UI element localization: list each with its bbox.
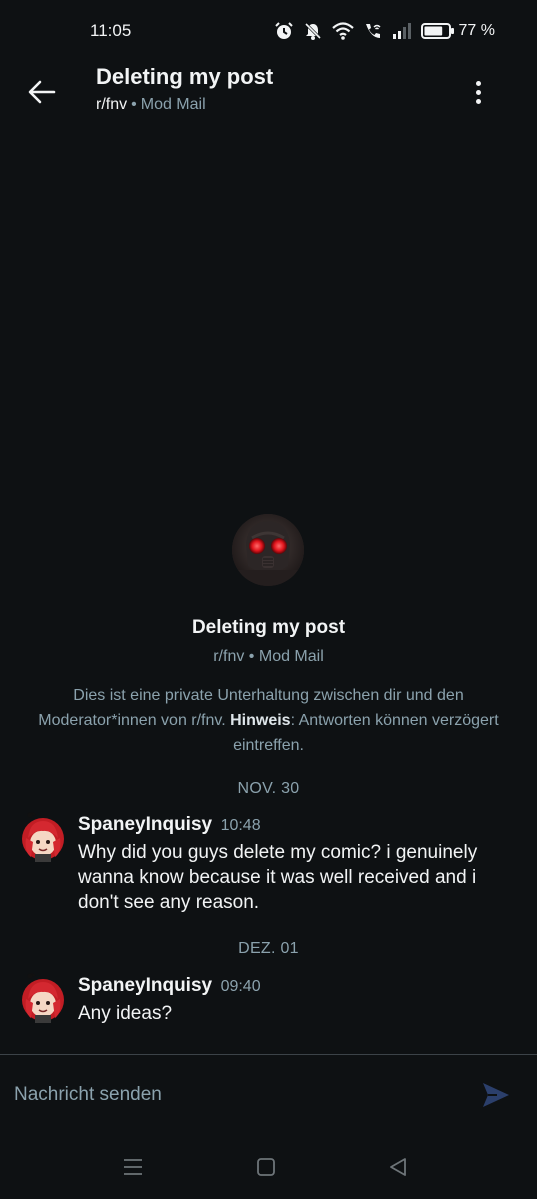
intro-subreddit: r/fnv xyxy=(213,648,245,665)
message-header: SpaneyInquisy 09:40 xyxy=(78,973,518,1000)
nav-back-button[interactable] xyxy=(386,1155,410,1179)
kebab-dot xyxy=(475,98,481,104)
message-time: 10:48 xyxy=(220,817,261,834)
nav-menu-button[interactable] xyxy=(121,1155,145,1179)
message-text: Why did you guys delete my comic? i genu… xyxy=(78,842,478,913)
intro-title: Deleting my post xyxy=(191,617,346,638)
message: SpaneyInquisy 09:40 Any ideas? xyxy=(18,973,518,1035)
message: SpaneyInquisy 10:48 Why did you guys del… xyxy=(18,812,518,924)
signal-icon xyxy=(392,23,411,39)
back-triangle-icon xyxy=(390,1158,406,1176)
message-author[interactable]: SpaneyInquisy xyxy=(78,814,212,835)
intro-desc-bold: Hinweis xyxy=(230,712,291,729)
date-separator: DEZ. 01 xyxy=(238,940,299,957)
subreddit-avatar[interactable] xyxy=(232,514,304,586)
nav-home-button[interactable] xyxy=(254,1155,278,1179)
user-avatar[interactable] xyxy=(18,973,68,1023)
send-icon xyxy=(483,1083,509,1107)
message-header: SpaneyInquisy 10:48 xyxy=(78,812,518,839)
kebab-dot xyxy=(475,80,481,86)
intro-subtitle: r/fnv • Mod Mail xyxy=(0,648,537,666)
mute-icon xyxy=(304,22,321,40)
battery-icon xyxy=(420,23,454,39)
home-square-icon xyxy=(257,1158,275,1176)
wifi-calling-icon xyxy=(365,24,381,38)
kebab-dot xyxy=(475,89,481,95)
header-type: Mod Mail xyxy=(140,96,206,113)
more-options-button[interactable] xyxy=(467,76,489,108)
user-avatar-image xyxy=(22,812,64,862)
status-icons: 77 % xyxy=(274,21,495,41)
header-subtitle: r/fnv • Mod Mail xyxy=(96,93,273,117)
send-button[interactable] xyxy=(480,1079,512,1111)
user-avatar[interactable] xyxy=(18,812,68,862)
date-separator: NOV. 30 xyxy=(237,780,300,797)
arrow-left-icon xyxy=(28,80,56,104)
menu-icon xyxy=(124,1159,142,1175)
alarm-icon xyxy=(274,22,293,39)
message-body: SpaneyInquisy 09:40 Any ideas? xyxy=(78,973,518,1026)
user-avatar-image xyxy=(22,973,64,1023)
header-subreddit-link[interactable]: r/fnv xyxy=(96,96,127,113)
battery-percent: 77 % xyxy=(458,22,495,39)
back-button[interactable] xyxy=(26,76,58,108)
message-time: 09:40 xyxy=(220,978,261,995)
intro-description: Dies ist eine private Unterhaltung zwisc… xyxy=(30,683,507,758)
page-title: Deleting my post xyxy=(96,64,274,89)
screen: 11:05 77 % Deleting my post r/fnv • Mod … xyxy=(0,0,537,1199)
header-separator: • xyxy=(131,96,137,113)
message-input[interactable] xyxy=(14,1081,454,1109)
intro-type: Mod Mail xyxy=(258,648,324,665)
subreddit-avatar-image xyxy=(232,514,304,586)
intro-separator: • xyxy=(248,648,255,665)
wifi-icon xyxy=(331,22,354,40)
message-text: Any ideas? xyxy=(78,1003,173,1024)
message-body: SpaneyInquisy 10:48 Why did you guys del… xyxy=(78,812,518,915)
system-nav-bar xyxy=(0,1135,537,1199)
header-title-block: Deleting my post r/fnv • Mod Mail xyxy=(96,62,273,117)
composer xyxy=(0,1055,537,1135)
app-header: Deleting my post r/fnv • Mod Mail xyxy=(0,62,537,124)
status-time: 11:05 xyxy=(90,21,132,40)
message-author[interactable]: SpaneyInquisy xyxy=(78,975,212,996)
battery: 77 % xyxy=(420,22,495,40)
status-bar: 11:05 77 % xyxy=(0,0,537,62)
